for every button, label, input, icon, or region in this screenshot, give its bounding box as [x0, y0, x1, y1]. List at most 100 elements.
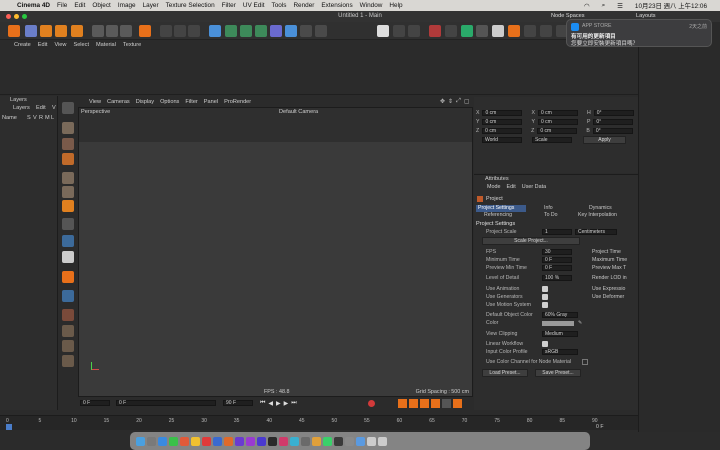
tab-dynamics[interactable]: Dynamics	[589, 205, 612, 211]
default-color-select[interactable]: 60% Gray	[542, 312, 578, 318]
rot-p-field[interactable]: 0°	[593, 119, 634, 125]
app-icon-5[interactable]	[323, 436, 332, 446]
project-scale-field[interactable]: 1	[542, 229, 572, 235]
tool-points-icon[interactable]	[62, 153, 74, 165]
key-pla-icon[interactable]	[442, 399, 451, 408]
viewport-camera[interactable]: Default Camera	[279, 109, 318, 115]
safari-icon[interactable]	[158, 436, 167, 446]
use-generators-checkbox[interactable]	[542, 294, 548, 300]
coord-scale-select[interactable]: Scale	[532, 137, 572, 143]
coord-world-select[interactable]: World	[482, 137, 522, 143]
z-axis-icon[interactable]	[120, 25, 132, 37]
redshift-icon[interactable]	[508, 25, 520, 37]
zoom-window-icon[interactable]	[22, 14, 27, 19]
first-frame-icon[interactable]: ⏮	[260, 400, 265, 407]
vp-zoom-icon[interactable]: ⤢	[456, 98, 461, 105]
timeline-ruler[interactable]: 0 5 10 15 20 25 30 35 40 45 50 55 60 65 70 75 80 85 90 0 F	[0, 415, 638, 430]
pos-x-field[interactable]: 0 cm	[482, 110, 523, 116]
me-icon[interactable]	[246, 436, 255, 446]
cinema4d-icon[interactable]	[268, 436, 277, 446]
vp-maximize-icon[interactable]: ▢	[464, 98, 470, 105]
apply-button[interactable]: Apply	[583, 136, 626, 144]
control-center-icon[interactable]: ☰	[617, 2, 623, 10]
key-pos-icon[interactable]	[398, 399, 407, 408]
attr-menu-edit[interactable]: Edit	[507, 184, 516, 190]
tab-project-settings[interactable]: Project Settings	[478, 205, 514, 211]
light-icon[interactable]	[315, 25, 327, 37]
play-icon[interactable]: ▶	[276, 400, 281, 407]
app-icon-8[interactable]	[356, 436, 365, 446]
timeline-start-field[interactable]: 0 F	[80, 400, 110, 406]
render-view-icon[interactable]	[174, 25, 186, 37]
preview-min-field[interactable]: 0 F	[542, 265, 572, 271]
size-x-field[interactable]: 0 cm	[537, 110, 578, 116]
timeline-preview-end[interactable]: 90 F	[223, 400, 253, 406]
tool-icon[interactable]	[524, 25, 536, 37]
y-axis-icon[interactable]	[106, 25, 118, 37]
move-icon[interactable]	[25, 25, 37, 37]
vp-move-icon[interactable]: ⇕	[448, 98, 453, 105]
attr-menu-userdata[interactable]: User Data	[522, 184, 546, 190]
menu-edit2[interactable]: Edit	[38, 42, 48, 48]
tool-sculpt-icon[interactable]	[62, 325, 74, 337]
lod-field[interactable]: 100 %	[542, 275, 572, 281]
wifi-icon[interactable]: ◠	[584, 2, 590, 10]
tab-referencing[interactable]: Referencing	[484, 212, 512, 218]
app-icon-9[interactable]	[367, 436, 376, 446]
make-editable-icon[interactable]	[377, 25, 389, 37]
vp-menu-panel[interactable]: Panel	[204, 99, 218, 105]
floor-icon[interactable]	[285, 25, 297, 37]
tab-key-interpolation[interactable]: Key Interpolation	[578, 212, 617, 218]
ps-icon[interactable]	[213, 436, 222, 446]
tool-polygons-icon[interactable]	[62, 186, 74, 198]
layers-menu-layers[interactable]: Layers	[13, 105, 30, 111]
snap-icon[interactable]	[476, 25, 488, 37]
undo-icon[interactable]	[8, 25, 20, 37]
render-region-icon[interactable]	[160, 25, 172, 37]
app-icon-7[interactable]	[345, 436, 354, 446]
tool-settings-icon[interactable]	[62, 251, 74, 263]
trash-icon[interactable]	[378, 436, 387, 446]
min-time-field[interactable]: 0 F	[542, 257, 572, 263]
vp-menu-options[interactable]: Options	[160, 99, 179, 105]
tool-snap-icon[interactable]	[62, 235, 74, 247]
app-icon-3[interactable]	[301, 436, 310, 446]
vp-menu-view[interactable]: View	[89, 99, 101, 105]
calendar-icon[interactable]	[202, 436, 211, 446]
deformer-icon[interactable]	[270, 25, 282, 37]
tool-texture-icon[interactable]	[62, 138, 74, 150]
tool-edges-icon[interactable]	[62, 172, 74, 184]
attr-menu-mode[interactable]: Mode	[487, 184, 501, 190]
color-swatch[interactable]	[542, 320, 574, 326]
menu-material[interactable]: Material	[96, 42, 116, 48]
eyedropper-icon[interactable]: ✎	[578, 320, 582, 326]
layers-menu-edit[interactable]: Edit	[36, 105, 46, 111]
app-icon-2[interactable]	[290, 436, 299, 446]
menu-app-name[interactable]: Cinema 4D	[17, 2, 50, 9]
notification-banner[interactable]: APP STORE 2天之前 有可用的更新項目 您要立即安裝更新項目嗎？	[566, 19, 712, 47]
menu-extensions[interactable]: Extensions	[321, 2, 352, 9]
render-settings-icon[interactable]	[188, 25, 200, 37]
menu-file[interactable]: File	[57, 2, 67, 9]
live-select-icon[interactable]	[71, 25, 83, 37]
menu-create[interactable]: Create	[14, 42, 31, 48]
use-motion-checkbox[interactable]	[542, 302, 548, 308]
app-icon-6[interactable]	[334, 436, 343, 446]
finder-icon[interactable]	[136, 436, 145, 446]
ae-icon[interactable]	[235, 436, 244, 446]
tab-info[interactable]: Info	[544, 205, 553, 211]
scale-icon[interactable]	[40, 25, 52, 37]
menu-object[interactable]: Object	[92, 2, 110, 9]
vp-menu-filter[interactable]: Filter	[185, 99, 197, 105]
mail-icon[interactable]	[180, 436, 189, 446]
rot-b-field[interactable]: 0°	[592, 128, 633, 134]
tool-uv-icon[interactable]	[62, 200, 74, 212]
tool-paint-icon[interactable]	[62, 340, 74, 352]
minimize-window-icon[interactable]	[14, 14, 19, 19]
menu-help[interactable]: Help	[389, 2, 402, 9]
notes-icon[interactable]	[191, 436, 200, 446]
app-icon-4[interactable]	[312, 436, 321, 446]
menu-select[interactable]: Select	[73, 42, 89, 48]
menu-view[interactable]: View	[54, 42, 66, 48]
pos-y-field[interactable]: 0 cm	[482, 119, 523, 125]
